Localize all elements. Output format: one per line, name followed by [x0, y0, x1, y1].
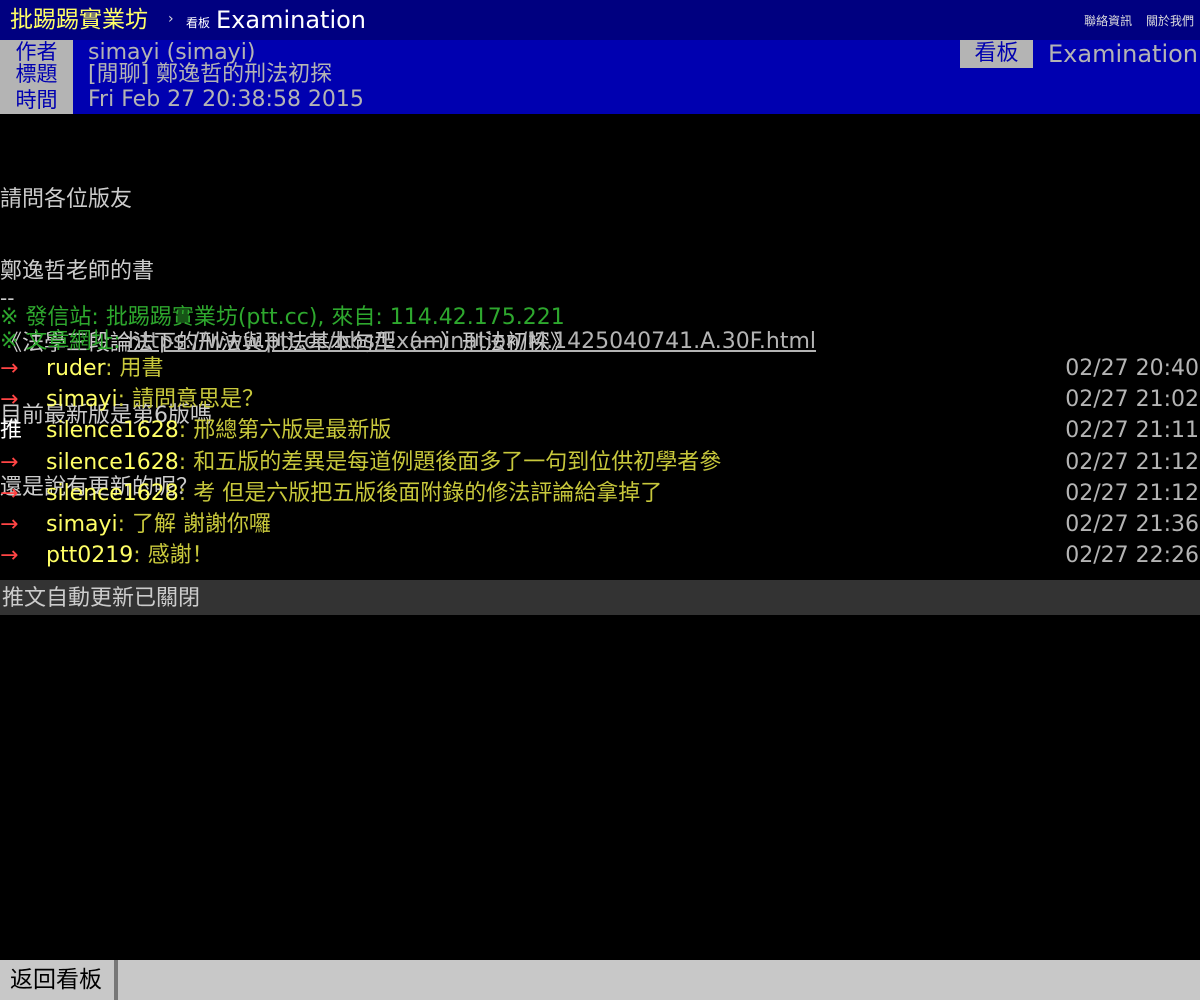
- article-url-label: ※ 文章網址:: [0, 329, 128, 354]
- push-row: → ptt0219: 感謝！ 02/27 22:26: [0, 541, 1200, 571]
- about-link[interactable]: 關於我們: [1146, 14, 1194, 28]
- title-row: 標題 [閒聊] 鄭逸哲的刑法初探: [0, 62, 363, 87]
- push-user-id[interactable]: simayi: 請問意思是？: [46, 385, 264, 415]
- push-content: : 用書: [105, 356, 164, 381]
- article-url-link[interactable]: https://www.ptt.cc/bbs/Examination/M.142…: [128, 329, 816, 354]
- time-row: 時間 Fri Feb 27 20:38:58 2015: [0, 86, 364, 114]
- push-row: → simayi: 請問意思是？ 02/27 21:02: [0, 385, 1200, 415]
- push-content: : 感謝！: [133, 543, 214, 568]
- push-auto-update-status: 推文自動更新已關閉: [0, 580, 1200, 615]
- back-to-board-button[interactable]: 返回看板: [0, 960, 118, 1000]
- top-nav-bar: 批踢踢實業坊 › 看板 Examination 聯絡資訊 關於我們: [0, 0, 1200, 40]
- push-time: 02/27 21:11: [1065, 418, 1199, 443]
- push-arrow-icon: →: [0, 512, 19, 537]
- push-user-id[interactable]: silence1628: 和五版的差異是每道例題後面多了一句到位供初學者參: [46, 448, 721, 478]
- push-content: : 請問意思是？: [117, 387, 265, 412]
- push-time: 02/27 21:12: [1065, 481, 1199, 506]
- author-tag: 作者: [0, 40, 73, 62]
- push-time: 02/27 21:36: [1065, 512, 1199, 537]
- origin-line: ※ 發信站: 批踢踢實業坊(ptt.cc), 來自: 114.42.175.22…: [0, 305, 565, 330]
- push-row: → simayi: 了解 謝謝你囉 02/27 21:36: [0, 510, 1200, 540]
- article-metaline: 作者 simayi (simayi) 標題 [閒聊] 鄭逸哲的刑法初探 時間 F…: [0, 40, 1200, 114]
- title-value: [閒聊] 鄭逸哲的刑法初探: [88, 62, 333, 87]
- push-user-id[interactable]: ptt0219: 感謝！: [46, 541, 214, 571]
- push-user-id[interactable]: silence1628: 考 但是六版把五版後面附錄的修法評論給拿掉了: [46, 479, 662, 509]
- breadcrumb-board-link[interactable]: Examination: [216, 6, 366, 34]
- breadcrumb-board-label: 看板: [186, 16, 211, 30]
- site-name-link[interactable]: 批踢踢實業坊: [10, 6, 148, 34]
- push-arrow-icon: →: [0, 543, 19, 568]
- push-content: : 了解 謝謝你囉: [117, 512, 272, 537]
- breadcrumb-separator: ›: [168, 11, 174, 27]
- push-user[interactable]: ruder: [46, 356, 105, 381]
- title-tag: 標題: [0, 62, 73, 86]
- time-tag: 時間: [0, 86, 73, 114]
- push-arrow-icon: →: [0, 450, 19, 475]
- board-value: Examination: [1048, 40, 1199, 68]
- push-user[interactable]: silence1628: [46, 450, 179, 475]
- push-row: → ruder: 用書 02/27 20:40: [0, 354, 1200, 384]
- content-line: 鄭逸哲老師的書: [0, 259, 155, 284]
- push-arrow-icon: →: [0, 387, 19, 412]
- push-user[interactable]: silence1628: [46, 418, 179, 443]
- push-content: : 考 但是六版把五版後面附錄的修法評論給拿掉了: [178, 481, 663, 506]
- push-row: → silence1628: 考 但是六版把五版後面附錄的修法評論給拿掉了 02…: [0, 479, 1200, 509]
- push-user[interactable]: simayi: [46, 387, 118, 412]
- push-user[interactable]: simayi: [46, 512, 118, 537]
- push-time: 02/27 20:40: [1065, 356, 1199, 381]
- push-user-id[interactable]: silence1628: 邢總第六版是最新版: [46, 416, 391, 446]
- time-value: Fri Feb 27 20:38:58 2015: [88, 87, 364, 112]
- push-row: 推 silence1628: 邢總第六版是最新版 02/27 21:11: [0, 416, 1200, 446]
- push-user[interactable]: ptt0219: [46, 543, 133, 568]
- push-like-icon: 推: [0, 418, 23, 443]
- push-row: → silence1628: 和五版的差異是每道例題後面多了一句到位供初學者參 …: [0, 448, 1200, 478]
- push-content: : 和五版的差異是每道例題後面多了一句到位供初學者參: [178, 450, 722, 475]
- contact-link[interactable]: 聯絡資訊: [1084, 14, 1132, 28]
- push-user[interactable]: silence1628: [46, 481, 179, 506]
- article-url-line: ※ 文章網址: https://www.ptt.cc/bbs/Examinati…: [0, 330, 816, 354]
- push-time: 02/27 21:02: [1065, 387, 1199, 412]
- push-arrow-icon: →: [0, 356, 19, 381]
- push-user-id[interactable]: simayi: 了解 謝謝你囉: [46, 510, 271, 540]
- author-row: 作者 simayi (simayi): [0, 40, 363, 65]
- push-time: 02/27 22:26: [1065, 543, 1199, 568]
- push-arrow-icon: →: [0, 481, 19, 506]
- bottom-bar: 返回看板: [0, 960, 1200, 1000]
- content-line: 請問各位版友: [0, 187, 133, 212]
- push-content: : 邢總第六版是最新版: [178, 418, 392, 443]
- board-tag: 看板: [960, 40, 1033, 68]
- push-time: 02/27 21:12: [1065, 450, 1199, 475]
- top-nav-links: 聯絡資訊 關於我們: [1074, 12, 1194, 29]
- push-user-id[interactable]: ruder: 用書: [46, 354, 164, 384]
